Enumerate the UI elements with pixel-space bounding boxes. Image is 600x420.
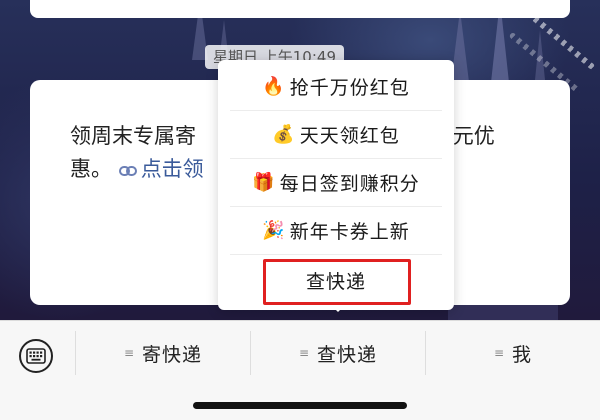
message-text-start: 领周末专属寄 xyxy=(70,124,196,148)
menu-item-label: 抢千万份红包 xyxy=(289,76,410,99)
fire-icon: 🔥 xyxy=(262,75,286,97)
previous-message-card xyxy=(30,0,570,18)
menu-item-grab-red-packet[interactable]: 🔥 抢千万份红包 xyxy=(218,62,454,110)
tab-label: 寄快递 xyxy=(142,343,203,366)
popup-caret xyxy=(332,306,344,312)
claim-link-text[interactable]: 点击领 xyxy=(141,157,204,181)
menu-item-daily-checkin[interactable]: 🎁 每日签到赚积分 xyxy=(218,158,454,206)
menu-lines-icon: ≡ xyxy=(298,346,310,360)
menu-divider xyxy=(230,254,442,255)
menu-lines-icon: ≡ xyxy=(493,346,505,360)
party-popper-icon: 🎉 xyxy=(262,219,286,241)
tab-track-package[interactable]: ≡ 查快递 xyxy=(251,333,425,373)
message-text-line2: 惠。 xyxy=(70,157,112,181)
menu-lines-icon: ≡ xyxy=(123,346,135,360)
popup-menu: 🔥 抢千万份红包 💰 天天领红包 🎁 每日签到赚积分 🎉 新年卡券上新 查快递 xyxy=(218,60,454,310)
claim-link[interactable]: 点击领 xyxy=(118,157,204,181)
money-bag-icon: 💰 xyxy=(272,123,296,145)
menu-item-daily-red-packet[interactable]: 💰 天天领红包 xyxy=(218,110,454,158)
keyboard-toggle-button[interactable] xyxy=(16,336,56,376)
keyboard-icon xyxy=(19,339,53,373)
menu-item-label: 新年卡券上新 xyxy=(289,220,410,243)
menu-item-label: 天天领红包 xyxy=(299,124,400,147)
menu-item-new-year-coupons[interactable]: 🎉 新年卡券上新 xyxy=(218,206,454,254)
gift-icon: 🎁 xyxy=(252,171,276,193)
tab-send-package[interactable]: ≡ 寄快递 xyxy=(76,333,250,373)
tab-me[interactable]: ≡ 我 xyxy=(426,333,600,373)
menu-item-label: 每日签到赚积分 xyxy=(279,172,420,195)
link-icon xyxy=(118,155,137,188)
tab-label: 我 xyxy=(512,343,533,366)
home-indicator xyxy=(193,402,407,409)
highlight-box xyxy=(263,259,411,305)
tab-label: 查快递 xyxy=(317,343,378,366)
